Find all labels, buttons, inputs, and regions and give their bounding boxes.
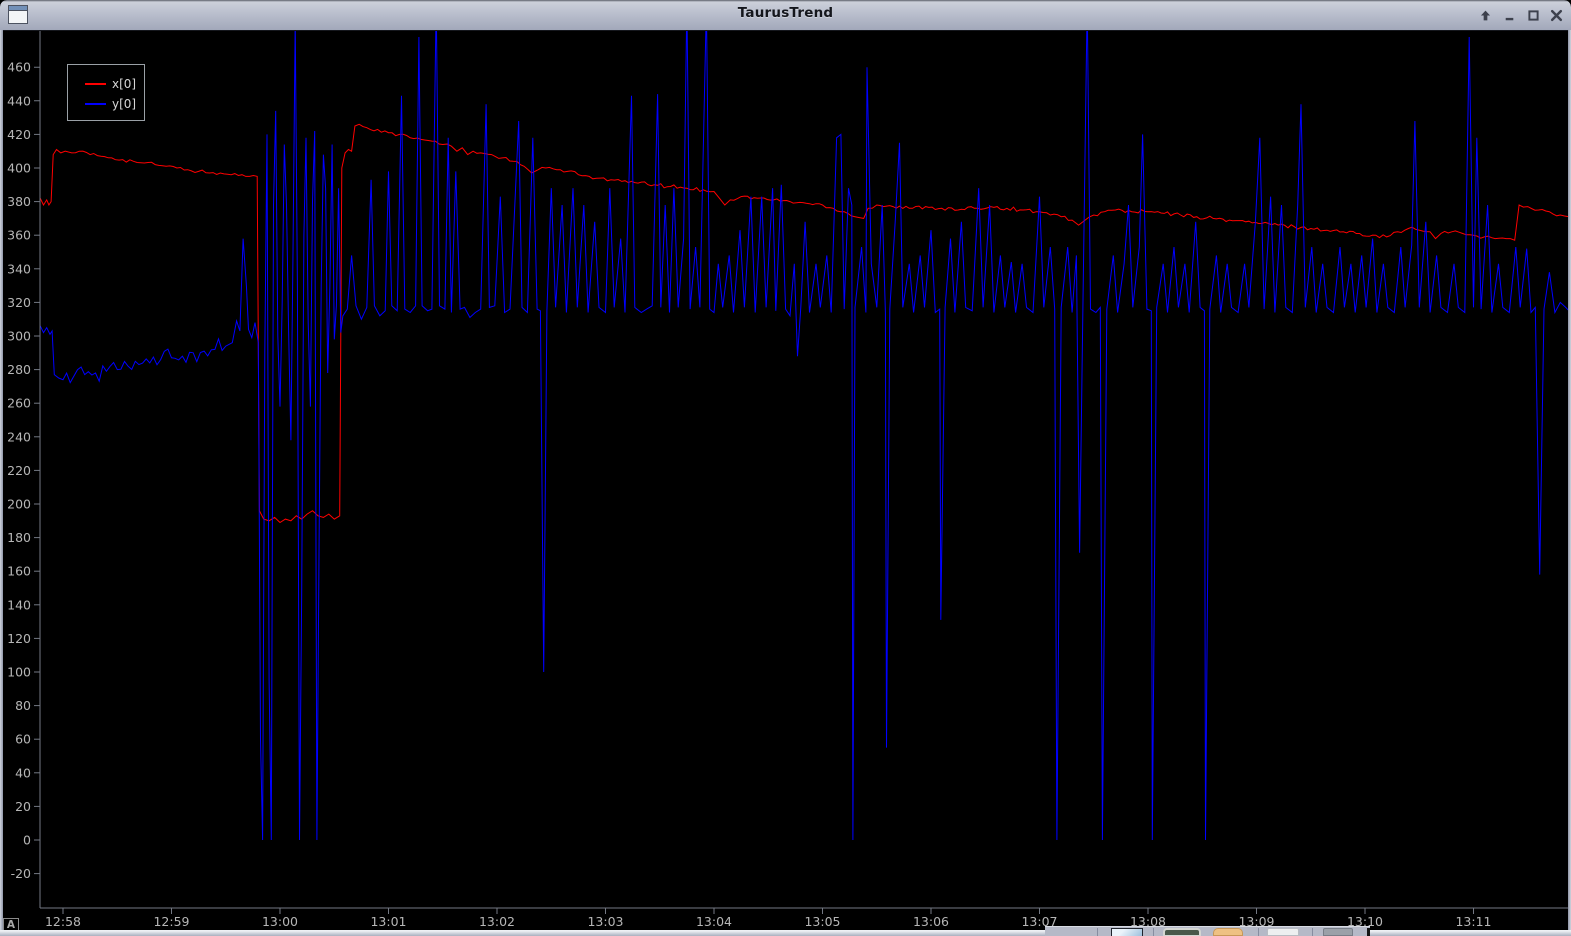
close-icon — [1550, 9, 1563, 22]
terminal-icon[interactable] — [1163, 928, 1201, 936]
y-tick-label: 60 — [15, 732, 31, 747]
x-tick-label: 13:06 — [913, 914, 949, 929]
y-tick-label: 360 — [7, 228, 31, 243]
x-tick-label: 13:01 — [370, 914, 406, 929]
legend-label-y0: y[0] — [112, 97, 137, 111]
legend-line-sample-red — [85, 83, 106, 85]
x-tick-label: 13:11 — [1455, 914, 1491, 929]
y-tick-label: 260 — [7, 396, 31, 411]
x-tick-label: 12:59 — [153, 914, 189, 929]
y-tick-label: 460 — [7, 60, 31, 75]
y-tick-label: 100 — [7, 665, 31, 680]
series-line-x0 — [40, 123, 1570, 524]
y-tick-label: 180 — [7, 530, 31, 545]
y-tick-label: 140 — [7, 597, 31, 612]
y-tick-label: 240 — [7, 429, 31, 444]
y-tick-label: -20 — [11, 866, 31, 881]
x-tick-label: 13:04 — [696, 914, 732, 929]
taskbar-separator — [1258, 928, 1259, 936]
y-tick-label: 280 — [7, 362, 31, 377]
window-border-left — [0, 30, 3, 931]
y-tick-label: 80 — [15, 698, 31, 713]
x-tick-label: 13:00 — [262, 914, 298, 929]
x-tick-label: 13:02 — [479, 914, 515, 929]
taskbar-separator — [1312, 928, 1313, 936]
y-tick-label: 300 — [7, 329, 31, 344]
shade-button[interactable] — [1473, 4, 1497, 26]
y-tick-label: 340 — [7, 261, 31, 276]
trend-plot-area[interactable]: 4604404204003803603403203002802602402202… — [0, 0, 1571, 936]
close-button[interactable] — [1544, 4, 1568, 26]
x-tick-label: 12:58 — [45, 914, 81, 929]
legend-item-y0: y[0] — [68, 94, 144, 114]
legend[interactable]: x[0] y[0] — [67, 64, 145, 121]
y-tick-label: 320 — [7, 295, 31, 310]
folder-icon[interactable] — [1213, 928, 1243, 936]
y-tick-label: 380 — [7, 194, 31, 209]
y-tick-label: 200 — [7, 497, 31, 512]
window-title: TaurusTrend — [737, 5, 834, 21]
series-line-y0 — [40, 30, 1570, 841]
y-tick-label: 220 — [7, 463, 31, 478]
y-tick-label: 120 — [7, 631, 31, 646]
y-tick-label: 160 — [7, 564, 31, 579]
y-tick-label: 440 — [7, 93, 31, 108]
y-tick-label: 420 — [7, 127, 31, 142]
legend-label-x0: x[0] — [112, 77, 137, 91]
up-arrow-icon — [1479, 9, 1492, 22]
minimize-button[interactable] — [1497, 4, 1521, 26]
y-tick-label: 20 — [15, 799, 31, 814]
app-window: 460 440 420 400 380 360 340 320 300 280 260 240 220 2… — [0, 0, 1571, 936]
archive-icon[interactable] — [1323, 928, 1353, 936]
taskbar-separator — [1097, 928, 1098, 936]
titlebar[interactable]: TaurusTrend — [0, 0, 1571, 31]
maximize-button[interactable] — [1521, 4, 1545, 26]
maximize-icon — [1527, 9, 1540, 22]
window-monitor-icon[interactable] — [1111, 928, 1143, 936]
x-tick-label: 13:05 — [804, 914, 840, 929]
document-icon[interactable] — [1267, 928, 1299, 936]
taskbar-fragment — [1045, 926, 1370, 936]
taskbar-separator — [1153, 928, 1154, 936]
y-tick-label: 0 — [23, 833, 31, 848]
x-tick-label: 13:03 — [587, 914, 623, 929]
minimize-icon — [1503, 9, 1516, 22]
y-tick-label: 40 — [15, 765, 31, 780]
legend-line-sample-blue — [85, 103, 106, 105]
y-tick-label: 400 — [7, 161, 31, 176]
legend-item-x0: x[0] — [68, 74, 144, 94]
taskbar-endcap — [1367, 928, 1370, 936]
